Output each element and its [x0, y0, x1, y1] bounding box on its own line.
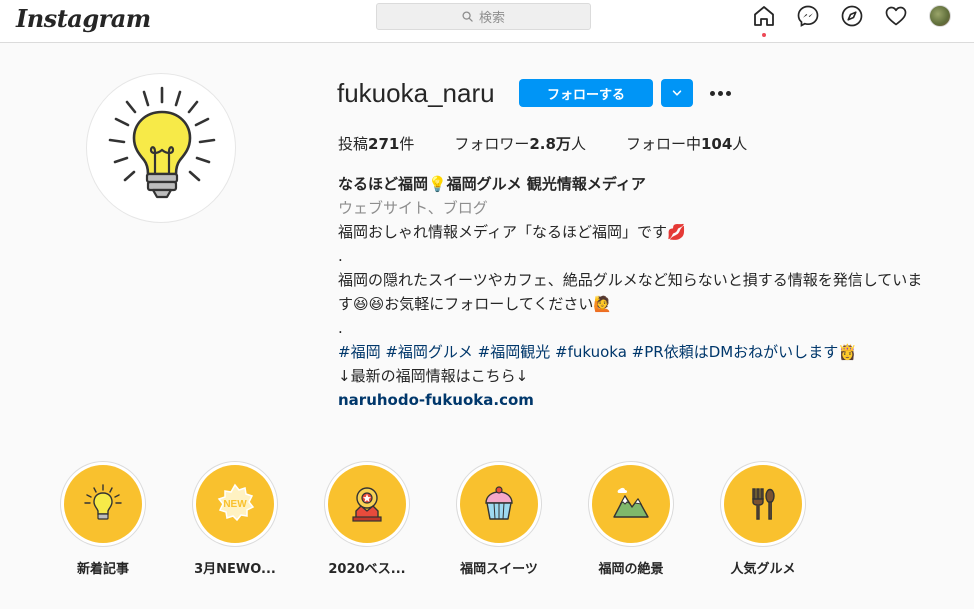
story-highlight[interactable]: 2020ベス...: [324, 461, 410, 577]
lightbulb-icon: [108, 86, 216, 199]
story-highlight[interactable]: 福岡スイーツ: [456, 461, 542, 577]
highlight-label: 新着記事: [76, 562, 129, 577]
new-badge-icon: NEW: [217, 483, 255, 522]
highlight-label: 2020ベス...: [328, 562, 406, 577]
profile-avatar[interactable]: [86, 73, 236, 223]
highlight-label: 福岡スイーツ: [460, 562, 538, 577]
profile-bio: なるほど福岡💡福岡グルメ 観光情報メディア ウェブサイト、ブログ 福岡おしゃれ情…: [338, 172, 948, 412]
following-count[interactable]: フォロー中104人: [626, 133, 747, 154]
instagram-logo[interactable]: Instagram: [16, 4, 151, 33]
highlight-label: 3月NEWO...: [194, 562, 276, 577]
bio-hashtags[interactable]: #福岡 #福岡グルメ #福岡観光 #fukuoka #PR依頼はDMおねがいしま…: [338, 340, 948, 364]
bio-line: .: [338, 247, 343, 265]
search-input[interactable]: 検索: [376, 3, 591, 30]
more-options-icon[interactable]: [707, 84, 733, 102]
messenger-icon[interactable]: [796, 4, 820, 28]
story-highlight[interactable]: 人気グルメ: [720, 461, 806, 577]
explore-icon[interactable]: [840, 4, 864, 28]
bio-full-name: なるほど福岡💡福岡グルメ 観光情報メディア: [338, 175, 646, 193]
search-placeholder: 検索: [478, 11, 505, 26]
bio-line: ↓最新の福岡情報はこちら↓: [338, 367, 529, 385]
utensils-icon: [752, 488, 775, 520]
bio-category: ウェブサイト、ブログ: [338, 199, 488, 217]
heart-icon[interactable]: [884, 4, 908, 28]
story-highlight[interactable]: 新着記事: [60, 461, 146, 577]
notification-dot: [762, 33, 766, 37]
bio-line: 福岡おしゃれ情報メディア「なるほど福岡」です💋: [338, 223, 686, 241]
profile-username: fukuoka_naru: [337, 78, 495, 108]
follow-button[interactable]: フォローする: [519, 79, 653, 107]
award-icon: [352, 487, 382, 522]
story-highlight[interactable]: NEW 3月NEWO...: [192, 461, 278, 577]
avatar[interactable]: [929, 5, 951, 27]
highlight-label: 人気グルメ: [730, 562, 796, 577]
chevron-down-icon: [672, 90, 682, 96]
bio-line: す😆😆お気軽にフォローしてください🙋: [338, 295, 613, 313]
home-icon[interactable]: [752, 4, 776, 28]
highlight-label: 福岡の絶景: [598, 562, 664, 577]
svg-text:NEW: NEW: [223, 499, 247, 510]
posts-count: 投稿271件: [338, 135, 415, 153]
bio-line: 福岡の隠れたスイーツやカフェ、絶品グルメなど知らないと損する情報を発信していま: [338, 271, 923, 289]
top-navigation: Instagram 検索: [0, 0, 974, 43]
story-highlight[interactable]: 福岡の絶景: [588, 461, 674, 577]
bio-line: .: [338, 319, 343, 337]
search-icon: [462, 11, 473, 22]
mountain-icon: [613, 487, 649, 518]
profile-stats: 投稿271件 フォロワー2.8万人 フォロー中104人: [338, 133, 787, 154]
bio-website-link[interactable]: naruhodo-fukuoka.com: [338, 388, 948, 412]
suggested-accounts-button[interactable]: [661, 79, 693, 107]
followers-count[interactable]: フォロワー2.8万人: [454, 133, 586, 154]
lightbulb-icon: [84, 484, 122, 520]
cupcake-icon: [485, 486, 513, 520]
